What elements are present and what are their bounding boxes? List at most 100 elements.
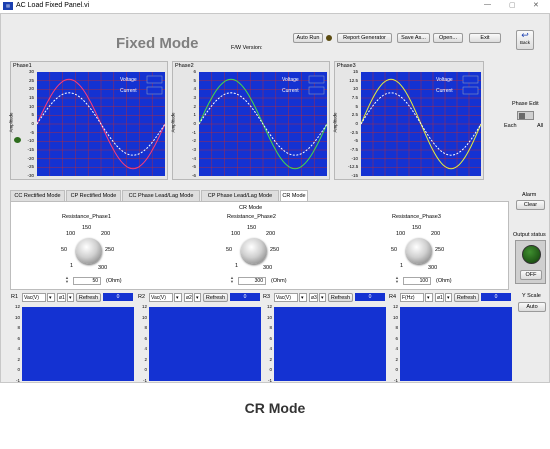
legend-swatch — [146, 75, 163, 84]
y-tick-label: 2.5 — [351, 112, 358, 118]
save-as-button[interactable]: Save As... — [397, 33, 430, 43]
tick-1: 1 — [70, 263, 74, 269]
measure-dropdown-icon[interactable]: ▾ — [174, 293, 182, 302]
refresh-button[interactable]: Refresh — [454, 293, 479, 302]
tick-1: 1 — [235, 263, 239, 269]
refresh-button[interactable]: Refresh — [328, 293, 353, 302]
alarm-clear-button[interactable]: Clear — [516, 200, 545, 210]
channel-dropdown-icon[interactable]: ▾ — [319, 293, 326, 302]
resistance-phase3-knob[interactable] — [406, 238, 432, 264]
phase-edit-toggle[interactable] — [517, 111, 534, 120]
resistance-phase2-input[interactable]: 300 — [238, 277, 266, 285]
tab-cc-phase-leadlag[interactable]: CC Phase Lead/Lag Mode — [122, 190, 200, 201]
refresh-button[interactable]: Refresh — [76, 293, 101, 302]
y-tick-label: 3 — [193, 95, 196, 100]
y-tick-label: 15 — [28, 95, 34, 100]
scope-y-tick: 0 — [17, 367, 20, 372]
graph-yaxis: 15 12.5 10 7.5 5 2.5 0 -2.5 -5 -7.5 -10 -12.5 -15 — [338, 69, 358, 178]
tab-cc-rectified[interactable]: CC Rectified Mode — [10, 190, 65, 201]
scope-yaxis: 12 10 8 6 4 2 0 -1 — [10, 304, 20, 383]
measure-select[interactable]: Vac(V) — [22, 293, 46, 302]
y-scale-label: Y Scale — [522, 293, 541, 299]
measure-value: 0 — [230, 293, 260, 301]
spinner-arrows-icon[interactable]: ▲ ▼ — [230, 276, 237, 285]
phase1-graph: Phase1 Amplitude 30 25 20 15 10 5 0 -5 -10 -15 -20… — [9, 61, 168, 180]
channel-select[interactable]: ø2 — [184, 293, 193, 302]
output-off-button[interactable]: OFF — [520, 270, 542, 280]
y-tick-label: -30 — [27, 173, 34, 178]
measure-dropdown-icon[interactable]: ▾ — [299, 293, 307, 302]
back-button[interactable]: ↩ Back — [516, 30, 534, 50]
channel-select[interactable]: ø1 — [57, 293, 66, 302]
spinner-arrows-icon[interactable]: ▲ ▼ — [395, 276, 402, 285]
tab-cp-phase-leadlag[interactable]: CP Phase Lead/Lag Mode — [201, 190, 279, 201]
measure-dropdown-icon[interactable]: ▾ — [425, 293, 433, 302]
legend-swatch — [462, 86, 479, 95]
tick-50: 50 — [61, 247, 68, 253]
scope-y-tick: 6 — [17, 335, 20, 341]
scope-y-tick: 12 — [141, 304, 147, 309]
y-tick-label: 0 — [193, 121, 196, 126]
scope-row-label: R1 — [11, 294, 19, 300]
fw-version-label: F/W Version: — [231, 45, 263, 51]
measure-value: 0 — [481, 293, 511, 301]
tab-cp-rectified[interactable]: CP Rectified Mode — [66, 190, 121, 201]
y-tick-label: 4 — [193, 86, 196, 92]
y-scale-auto-button[interactable]: Auto — [518, 302, 546, 312]
refresh-button[interactable]: Refresh — [203, 293, 228, 302]
channel-select[interactable]: ø1 — [435, 293, 444, 302]
graph-ylabel: Amplitude — [332, 112, 338, 133]
y-tick-label: 5 — [355, 103, 358, 109]
y-tick-label: -2.5 — [350, 129, 358, 135]
back-label: Back — [519, 40, 530, 45]
maximize-button[interactable]: ▢ — [509, 1, 516, 9]
channel-select[interactable]: ø3 — [309, 293, 318, 302]
scope-y-tick: 12 — [266, 304, 272, 309]
resistance-phase1-control: Resistance_Phase1 150 100 200 50 250 1 3… — [56, 212, 136, 290]
channel-dropdown-icon[interactable]: ▾ — [445, 293, 452, 302]
y-tick-label: -4 — [191, 155, 196, 161]
resistance-phase1-input[interactable]: 50 — [73, 277, 101, 285]
close-button[interactable]: ✕ — [533, 1, 539, 9]
resistance-phase2-knob[interactable] — [241, 238, 267, 264]
y-tick-label: 15 — [352, 69, 358, 74]
knob-label: Resistance_Phase3 — [392, 214, 441, 220]
report-generator-button[interactable]: Report Generator — [337, 33, 392, 43]
scope-y-tick: 4 — [17, 346, 20, 351]
measure-select[interactable]: Vac(V) — [274, 293, 298, 302]
output-status-indicator: OFF — [515, 240, 546, 284]
scope-y-tick: 6 — [144, 335, 147, 341]
channel-dropdown-icon[interactable]: ▾ — [67, 293, 74, 302]
legend-swatch — [308, 75, 325, 84]
back-arrow-icon: ↩ — [521, 30, 529, 40]
minimize-button[interactable]: — — [484, 1, 491, 8]
measure-select[interactable]: Vac(V) — [149, 293, 173, 302]
knob-label: Resistance_Phase1 — [62, 214, 111, 220]
auto-run-button[interactable]: Auto Run — [293, 33, 323, 43]
scope-y-tick: 4 — [269, 346, 272, 351]
scope-y-tick: -1 — [142, 377, 147, 383]
graph-yaxis: 6 5 4 3 2 1 0 -1 -2 -3 -4 -5 -6 — [176, 69, 196, 178]
scope-y-tick: 12 — [392, 304, 398, 309]
tick-100: 100 — [231, 231, 241, 237]
resistance-phase1-knob[interactable] — [76, 238, 102, 264]
tick-150: 150 — [412, 225, 422, 231]
measure-dropdown-icon[interactable]: ▾ — [47, 293, 55, 302]
y-tick-label: 1 — [193, 112, 196, 118]
y-tick-label: -3 — [191, 147, 196, 152]
scope-y-tick: 8 — [144, 325, 147, 330]
tick-250: 250 — [270, 247, 280, 253]
channel-dropdown-icon[interactable]: ▾ — [194, 293, 201, 302]
exit-button[interactable]: Exit — [469, 33, 501, 43]
scope-y-tick: -1 — [267, 377, 272, 383]
resistance-phase3-control: Resistance_Phase3 150 100 200 50 250 1 3… — [386, 212, 466, 290]
scope-y-tick: 4 — [395, 346, 398, 351]
open-button[interactable]: Open... — [433, 33, 463, 43]
scope-panel: R2 Vac(V) ▾ ø2 ▾ Refresh 0 12 10 8 6 4 2 0 -1 — [137, 293, 261, 383]
legend-swatch — [146, 86, 163, 95]
cr-mode-panel: CR Mode Resistance_Phase1 150 100 200 50… — [10, 201, 509, 290]
scope-panel: R3 Vac(V) ▾ ø3 ▾ Refresh 0 12 10 8 6 4 2 0 -1 — [262, 293, 386, 383]
resistance-phase3-input[interactable]: 100 — [403, 277, 431, 285]
measure-select[interactable]: F(Hz) — [400, 293, 424, 302]
spinner-arrows-icon[interactable]: ▲ ▼ — [65, 276, 72, 285]
